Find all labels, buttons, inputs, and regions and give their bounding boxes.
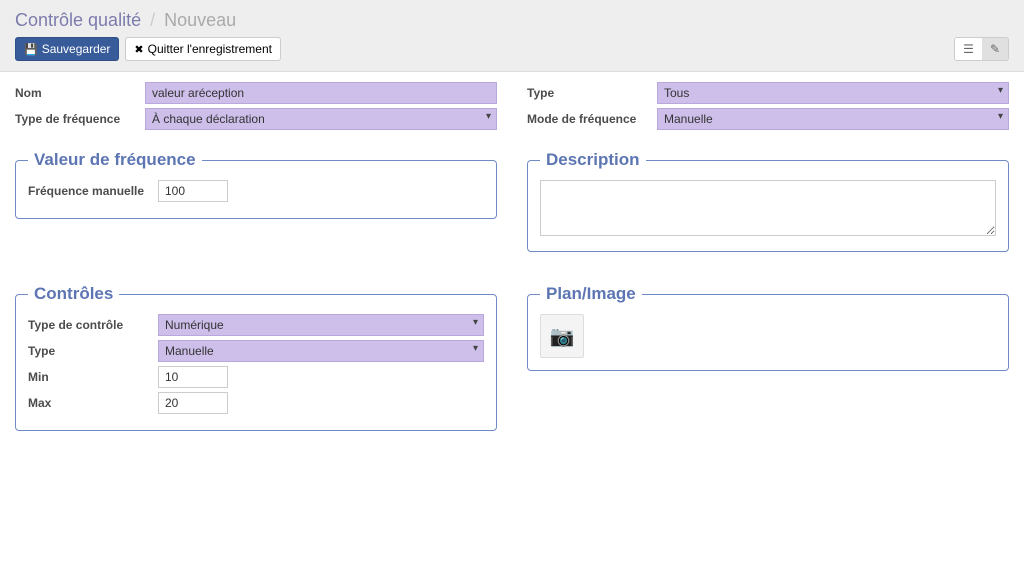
frequency-legend: Valeur de fréquence bbox=[28, 150, 202, 170]
control-type-label: Type de contrôle bbox=[28, 318, 158, 332]
breadcrumb: Contrôle qualité / Nouveau bbox=[15, 0, 1009, 37]
manual-freq-label: Fréquence manuelle bbox=[28, 184, 158, 198]
max-input[interactable] bbox=[158, 392, 228, 414]
nom-label: Nom bbox=[15, 86, 145, 100]
view-switcher: ☰ ✎ bbox=[954, 37, 1009, 61]
breadcrumb-sep: / bbox=[150, 10, 155, 30]
camera-icon: 📷 bbox=[550, 324, 575, 349]
freq-mode-label: Mode de fréquence bbox=[527, 112, 657, 126]
controls-type-select[interactable]: Manuelle bbox=[158, 340, 484, 362]
control-panel: Contrôle qualité / Nouveau 💾 Sauvegarder… bbox=[0, 0, 1024, 72]
breadcrumb-root-link[interactable]: Contrôle qualité bbox=[15, 10, 141, 30]
control-type-select[interactable]: Numérique bbox=[158, 314, 484, 336]
controls-group: Contrôles Type de contrôle Numérique Typ… bbox=[15, 284, 497, 431]
plan-image-group: Plan/Image 📷 bbox=[527, 284, 1009, 371]
discard-label: Quitter l'enregistrement bbox=[148, 42, 272, 56]
view-form-button[interactable]: ✎ bbox=[982, 38, 1008, 60]
groups-row-1: Valeur de fréquence Fréquence manuelle D… bbox=[15, 134, 1009, 268]
top-left-col: Nom Type de fréquence À chaque déclarati… bbox=[15, 82, 497, 134]
controls-legend: Contrôles bbox=[28, 284, 119, 304]
top-right-col: Type Tous Mode de fréquence Manuelle bbox=[527, 82, 1009, 134]
description-group: Description bbox=[527, 150, 1009, 252]
top-fields-row: Nom Type de fréquence À chaque déclarati… bbox=[15, 82, 1009, 134]
edit-icon: ✎ bbox=[990, 42, 1000, 56]
control-bar: 💾 Sauvegarder ✖ Quitter l'enregistrement… bbox=[15, 37, 1009, 71]
description-legend: Description bbox=[540, 150, 646, 170]
nom-input[interactable] bbox=[145, 82, 497, 104]
save-icon: 💾 bbox=[24, 43, 38, 56]
buttons-left: 💾 Sauvegarder ✖ Quitter l'enregistrement bbox=[15, 37, 281, 61]
freq-type-select[interactable]: À chaque déclaration bbox=[145, 108, 497, 130]
groups-row-2: Contrôles Type de contrôle Numérique Typ… bbox=[15, 268, 1009, 447]
type-label: Type bbox=[527, 86, 657, 100]
breadcrumb-current: Nouveau bbox=[164, 10, 236, 30]
plan-image-legend: Plan/Image bbox=[540, 284, 642, 304]
save-label: Sauvegarder bbox=[42, 42, 111, 56]
view-list-button[interactable]: ☰ bbox=[955, 38, 982, 60]
list-icon: ☰ bbox=[963, 42, 974, 56]
max-label: Max bbox=[28, 396, 158, 410]
close-icon: ✖ bbox=[134, 43, 143, 56]
image-placeholder[interactable]: 📷 bbox=[540, 314, 584, 358]
type-select[interactable]: Tous bbox=[657, 82, 1009, 104]
freq-type-label: Type de fréquence bbox=[15, 112, 145, 126]
description-textarea[interactable] bbox=[540, 180, 996, 236]
manual-freq-input[interactable] bbox=[158, 180, 228, 202]
form-sheet: Nom Type de fréquence À chaque déclarati… bbox=[0, 72, 1024, 457]
controls-type-label: Type bbox=[28, 344, 158, 358]
min-label: Min bbox=[28, 370, 158, 384]
discard-button[interactable]: ✖ Quitter l'enregistrement bbox=[125, 37, 281, 61]
frequency-group: Valeur de fréquence Fréquence manuelle bbox=[15, 150, 497, 219]
freq-mode-select[interactable]: Manuelle bbox=[657, 108, 1009, 130]
save-button[interactable]: 💾 Sauvegarder bbox=[15, 37, 119, 61]
min-input[interactable] bbox=[158, 366, 228, 388]
